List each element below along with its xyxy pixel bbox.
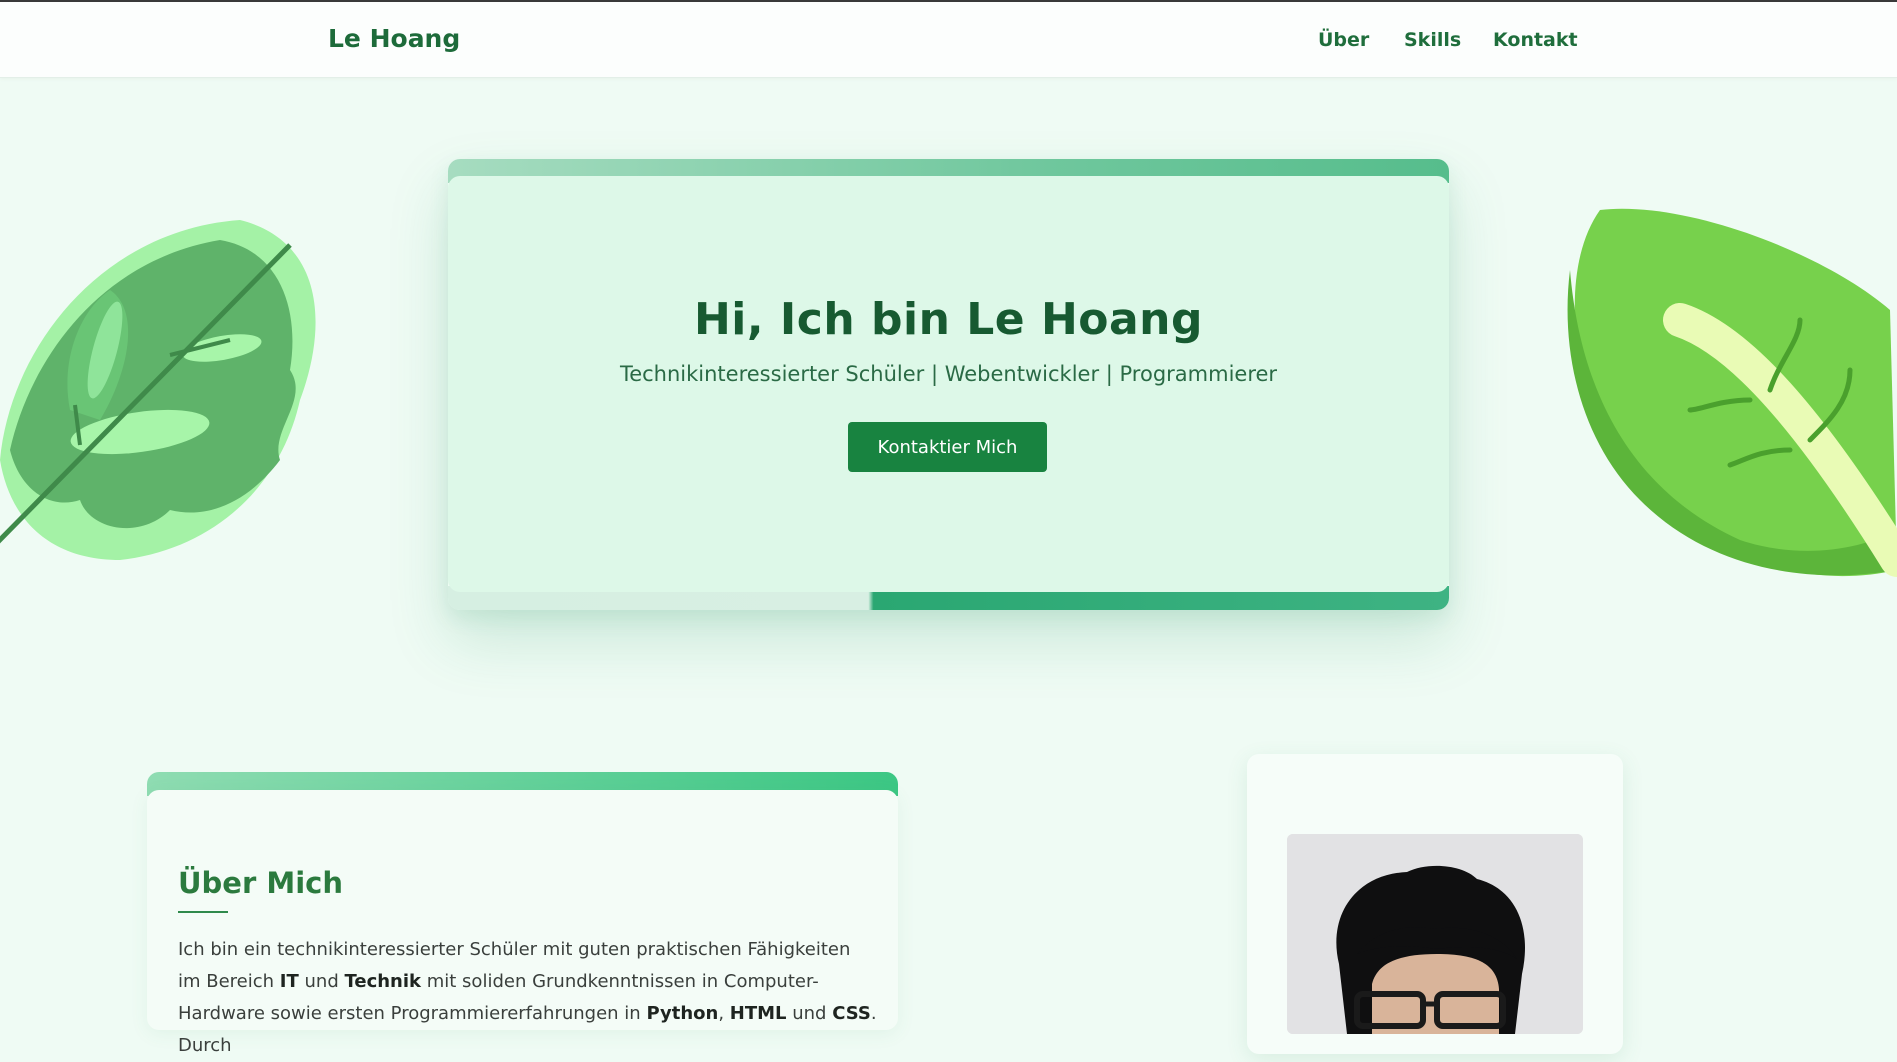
profile-photo [1287, 834, 1583, 1034]
nav-link-ueber[interactable]: Über [1318, 29, 1369, 51]
nav-link-kontakt[interactable]: Kontakt [1493, 29, 1578, 51]
hero-section: Hi, Ich bin Le Hoang Technikinteressiert… [448, 159, 1449, 610]
about-text-part: , [718, 1003, 730, 1024]
about-text-part: und [786, 1003, 833, 1024]
profile-photo-icon [1287, 834, 1583, 1034]
about-text-strong-technik: Technik [344, 971, 422, 992]
navbar: Le Hoang Über Skills Kontakt [0, 2, 1897, 78]
nav-link-skills[interactable]: Skills [1404, 29, 1461, 51]
about-section: Über Mich Ich bin ein technikinteressier… [147, 772, 898, 1056]
brand-logo-link[interactable]: Le Hoang [328, 24, 460, 53]
about-text: Ich bin ein technikinteressierter Schüle… [178, 934, 878, 1062]
about-text-strong-it: IT [279, 971, 299, 992]
about-text-strong-css: CSS [832, 1003, 871, 1024]
contact-me-button[interactable]: Kontaktier Mich [848, 422, 1047, 472]
leaf-illustration-left-icon [0, 220, 316, 560]
about-text-part: und [298, 971, 345, 992]
about-title: Über Mich [178, 866, 344, 900]
about-card: Über Mich Ich bin ein technikinteressier… [147, 790, 898, 1056]
hero-title: Hi, Ich bin Le Hoang [693, 294, 1204, 345]
leaf-illustration-right-icon [1567, 208, 1897, 577]
hero-card: Hi, Ich bin Le Hoang Technikinteressiert… [448, 176, 1449, 592]
about-text-strong-html: HTML [729, 1003, 787, 1024]
about-text-strong-python: Python [646, 1003, 719, 1024]
hero-subtitle: Technikinteressierter Schüler | Webentwi… [619, 362, 1278, 386]
about-title-underline [178, 911, 228, 913]
profile-photo-card [1247, 754, 1623, 1054]
